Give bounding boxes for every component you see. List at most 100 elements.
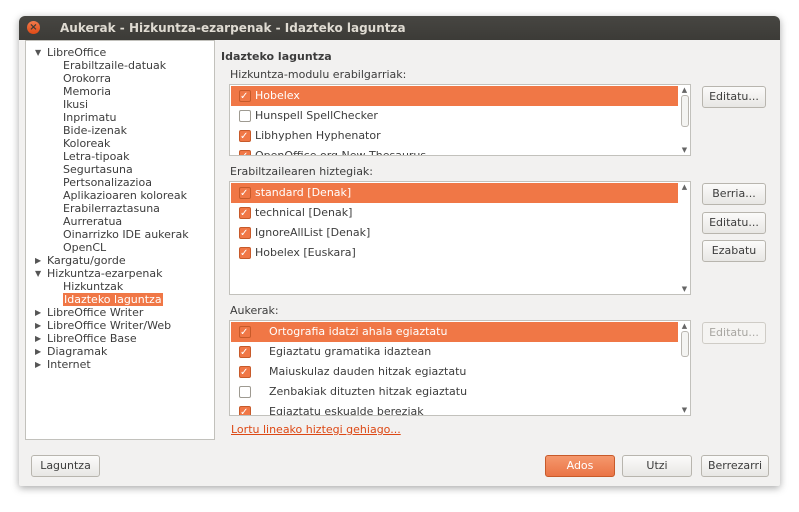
- tree-item[interactable]: Idazteko laguntza: [63, 293, 163, 306]
- expander-right-icon[interactable]: ▶: [35, 254, 41, 267]
- tree-item[interactable]: ▼ LibreOffice: [35, 46, 107, 59]
- ok-button[interactable]: Ados: [545, 455, 615, 477]
- cancel-button[interactable]: Utzi: [622, 455, 692, 477]
- tree-item[interactable]: Pertsonalizazioa: [63, 176, 152, 189]
- checkbox[interactable]: [239, 323, 251, 343]
- scroll-down-icon[interactable]: ▼: [680, 146, 689, 154]
- reset-button[interactable]: Berrezarri: [701, 455, 769, 477]
- list-item[interactable]: Zenbakiak dituzten hitzak egiaztatu: [231, 382, 678, 402]
- options-edit-button[interactable]: Editatu...: [702, 322, 766, 344]
- expander-right-icon[interactable]: ▶: [35, 306, 41, 319]
- tree-item[interactable]: ▶ LibreOffice Base: [35, 332, 137, 345]
- tree-item[interactable]: Ikusi: [63, 98, 88, 111]
- checkbox[interactable]: [239, 403, 251, 415]
- scroll-thumb[interactable]: [681, 331, 689, 357]
- tree-item[interactable]: Orokorra: [63, 72, 111, 85]
- tree-item[interactable]: ▶ LibreOffice Writer: [35, 306, 143, 319]
- close-icon[interactable]: ×: [27, 21, 40, 34]
- scroll-thumb[interactable]: [681, 95, 689, 127]
- tree-item[interactable]: Koloreak: [63, 137, 110, 150]
- list-item[interactable]: Egiaztatu gramatika idaztean: [231, 342, 678, 363]
- expander-right-icon[interactable]: ▶: [35, 332, 41, 345]
- vertical-scrollbar[interactable]: ▲ ▼: [680, 322, 689, 414]
- tree-item[interactable]: Hizkuntzak: [63, 280, 123, 293]
- list-item[interactable]: technical [Denak]: [231, 203, 678, 224]
- tree-item[interactable]: Aplikazioaren koloreak: [63, 189, 187, 202]
- get-more-dictionaries-link[interactable]: Lortu lineako hiztegi gehiago...: [231, 423, 401, 436]
- list-item[interactable]: Ortografia idatzi ahala egiaztatu: [231, 322, 678, 343]
- tree-item[interactable]: Letra-tipoak: [63, 150, 129, 163]
- list-item-label: Egiaztatu eskualde bereziak: [269, 405, 424, 416]
- checkbox[interactable]: [239, 224, 251, 244]
- list-item-label: IgnoreAllList [Denak]: [255, 226, 371, 239]
- tree-item[interactable]: Aurreratua: [63, 215, 122, 228]
- scroll-down-icon[interactable]: ▼: [680, 285, 689, 293]
- modules-list[interactable]: Hobelex Hunspell SpellChecker Libhyphen Hy…: [229, 84, 691, 156]
- window-title: Aukerak - Hizkuntza-ezarpenak - Idazteko…: [60, 21, 406, 35]
- checkbox[interactable]: [239, 147, 251, 155]
- help-button[interactable]: Laguntza: [31, 455, 100, 477]
- list-item[interactable]: Hunspell SpellChecker: [231, 106, 678, 126]
- checkbox[interactable]: [239, 127, 251, 147]
- expander-right-icon[interactable]: ▶: [35, 358, 41, 371]
- expander-down-icon[interactable]: ▼: [35, 46, 41, 59]
- scroll-up-icon[interactable]: ▲: [680, 183, 689, 191]
- tree-item[interactable]: Bide-izenak: [63, 124, 127, 137]
- tree-item[interactable]: Segurtasuna: [63, 163, 133, 176]
- tree-item[interactable]: ▶ Diagramak: [35, 345, 107, 358]
- list-item-label: Zenbakiak dituzten hitzak egiaztatu: [269, 385, 468, 398]
- tree-item[interactable]: Inprimatu: [63, 111, 117, 124]
- options-tree[interactable]: ▼ LibreOffice Erabiltzaile-datuak Orokorra M…: [25, 40, 215, 440]
- checkbox[interactable]: [239, 87, 251, 107]
- dictionary-new-button[interactable]: Berria...: [702, 183, 766, 205]
- list-item[interactable]: Maiuskulaz dauden hitzak egiaztatu: [231, 362, 678, 383]
- checkbox[interactable]: [239, 363, 251, 383]
- tree-item[interactable]: ▼ Hizkuntza-ezarpenak: [35, 267, 163, 280]
- tree-item-label: Aurreratua: [63, 215, 123, 228]
- checkbox[interactable]: [239, 343, 251, 363]
- list-item[interactable]: OpenOffice.org New Thesaurus: [231, 146, 678, 156]
- list-item-label: Hunspell SpellChecker: [255, 109, 378, 122]
- tree-item-label: LibreOffice: [47, 46, 107, 59]
- list-item-label: OpenOffice.org New Thesaurus: [255, 149, 427, 156]
- expander-down-icon[interactable]: ▼: [35, 267, 41, 280]
- vertical-scrollbar[interactable]: ▲ ▼: [680, 86, 689, 154]
- list-item[interactable]: Egiaztatu eskualde bereziak: [231, 402, 678, 416]
- checkbox[interactable]: [239, 204, 251, 224]
- checkbox[interactable]: [239, 184, 251, 204]
- scroll-down-icon[interactable]: ▼: [680, 406, 689, 414]
- tree-item[interactable]: ▶ Kargatu/gorde: [35, 254, 126, 267]
- list-item[interactable]: Hobelex [Euskara]: [231, 243, 678, 264]
- tree-item-label: Hizkuntza-ezarpenak: [47, 267, 163, 280]
- tree-item[interactable]: Oinarrizko IDE aukerak: [63, 228, 189, 241]
- scroll-up-icon[interactable]: ▲: [680, 322, 689, 330]
- tree-item-label: Hizkuntzak: [63, 280, 124, 293]
- expander-right-icon[interactable]: ▶: [35, 345, 41, 358]
- tree-item[interactable]: Erabilerraztasuna: [63, 202, 160, 215]
- list-item[interactable]: Hobelex: [231, 86, 678, 107]
- page-title: Idazteko laguntza: [221, 50, 332, 63]
- dictionaries-list[interactable]: standard [Denak] technical [Denak] IgnoreA…: [229, 181, 691, 295]
- list-item-label: Hobelex: [255, 89, 300, 102]
- options-dialog: × Aukerak - Hizkuntza-ezarpenak - Idazte…: [19, 16, 780, 486]
- vertical-scrollbar[interactable]: ▲ ▼: [680, 183, 689, 293]
- dictionary-edit-button[interactable]: Editatu...: [702, 212, 766, 234]
- checkbox[interactable]: [239, 110, 251, 122]
- scroll-up-icon[interactable]: ▲: [680, 86, 689, 94]
- tree-item[interactable]: ▶ Internet: [35, 358, 91, 371]
- checkbox[interactable]: [239, 386, 251, 398]
- tree-item[interactable]: Erabiltzaile-datuak: [63, 59, 166, 72]
- tree-item[interactable]: Memoria: [63, 85, 111, 98]
- tree-item[interactable]: ▶ LibreOffice Writer/Web: [35, 319, 171, 332]
- options-list[interactable]: Ortografia idatzi ahala egiaztatu Egiazta…: [229, 320, 691, 416]
- tree-item-label: Idazteko laguntza: [63, 293, 163, 306]
- list-item[interactable]: IgnoreAllList [Denak]: [231, 223, 678, 244]
- dictionary-delete-button[interactable]: Ezabatu: [702, 240, 766, 262]
- tree-item-label: Bide-izenak: [63, 124, 128, 137]
- list-item[interactable]: Libhyphen Hyphenator: [231, 126, 678, 147]
- checkbox[interactable]: [239, 244, 251, 264]
- list-item[interactable]: standard [Denak]: [231, 183, 678, 204]
- modules-edit-button[interactable]: Editatu...: [702, 86, 766, 108]
- expander-right-icon[interactable]: ▶: [35, 319, 41, 332]
- tree-item[interactable]: OpenCL: [63, 241, 106, 254]
